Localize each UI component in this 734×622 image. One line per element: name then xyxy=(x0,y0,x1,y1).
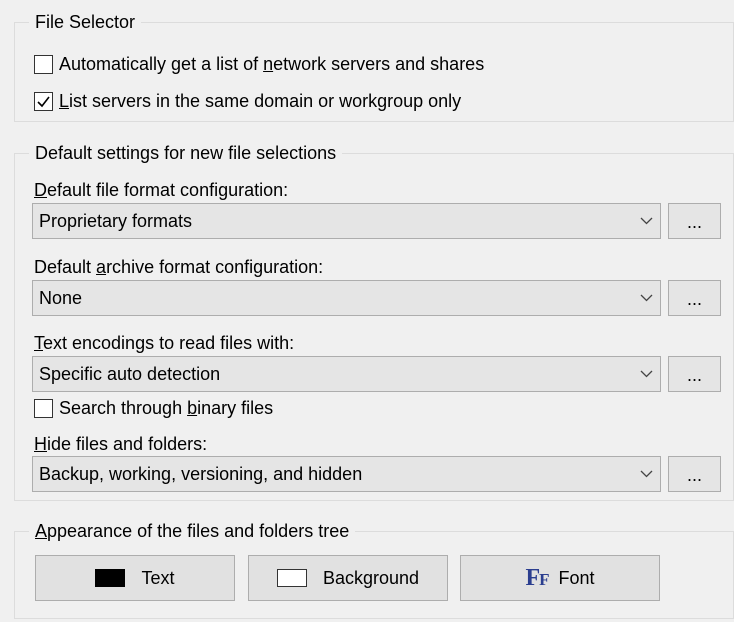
archive-format-config-button[interactable]: ... xyxy=(668,280,721,316)
hide-files-label: Hide files and folders: xyxy=(34,434,208,454)
file-selector-title: File Selector xyxy=(29,11,142,33)
binary-search-checkbox[interactable] xyxy=(34,398,53,418)
chevron-down-icon[interactable] xyxy=(632,457,660,491)
chevron-down-icon[interactable] xyxy=(632,357,660,391)
appearance-title: Appearance of the files and folders tree xyxy=(29,520,356,542)
binary-search-checkbox-row[interactable]: Search through binary files xyxy=(34,396,273,420)
file-format-dropdown[interactable]: Proprietary formats xyxy=(32,203,661,239)
text-color-label: Text xyxy=(141,567,175,588)
archive-format-value: None xyxy=(39,287,83,308)
binary-search-label: Search through binary files xyxy=(59,397,274,418)
auto-list-servers-checkbox-row[interactable]: Automatically get a list of network serv… xyxy=(34,52,484,76)
file-format-config-button[interactable]: ... xyxy=(668,203,721,239)
auto-list-servers-label: Automatically get a list of network serv… xyxy=(59,53,485,74)
archive-format-label: Default archive format configuration: xyxy=(34,257,324,277)
font-button[interactable]: FF Font xyxy=(460,555,660,601)
file-format-value: Proprietary formats xyxy=(39,210,193,231)
background-color-swatch xyxy=(276,569,307,587)
auto-list-servers-checkbox[interactable] xyxy=(34,54,53,74)
text-encodings-label: Text encodings to read files with: xyxy=(34,333,295,353)
checkmark-icon xyxy=(37,96,50,107)
text-color-swatch xyxy=(95,569,126,587)
same-domain-checkbox[interactable] xyxy=(34,91,53,111)
hide-files-value: Backup, working, versioning, and hidden xyxy=(39,463,363,484)
chevron-down-icon[interactable] xyxy=(632,204,660,238)
font-label: Font xyxy=(558,567,595,588)
same-domain-checkbox-row[interactable]: List servers in the same domain or workg… xyxy=(34,89,461,113)
text-color-button[interactable]: Text xyxy=(35,555,235,601)
default-settings-title: Default settings for new file selections xyxy=(29,142,343,164)
text-encodings-value: Specific auto detection xyxy=(39,363,221,384)
same-domain-label: List servers in the same domain or workg… xyxy=(59,90,462,111)
archive-format-dropdown[interactable]: None xyxy=(32,280,661,316)
background-color-label: Background xyxy=(322,567,420,588)
hide-files-config-button[interactable]: ... xyxy=(668,456,721,492)
text-encodings-config-button[interactable]: ... xyxy=(668,356,721,392)
font-icon: FF xyxy=(525,564,549,591)
text-encodings-dropdown[interactable]: Specific auto detection xyxy=(32,356,661,392)
background-color-button[interactable]: Background xyxy=(248,555,448,601)
hide-files-dropdown[interactable]: Backup, working, versioning, and hidden xyxy=(32,456,661,492)
chevron-down-icon[interactable] xyxy=(632,281,660,315)
file-format-label: Default file format configuration: xyxy=(34,180,289,200)
